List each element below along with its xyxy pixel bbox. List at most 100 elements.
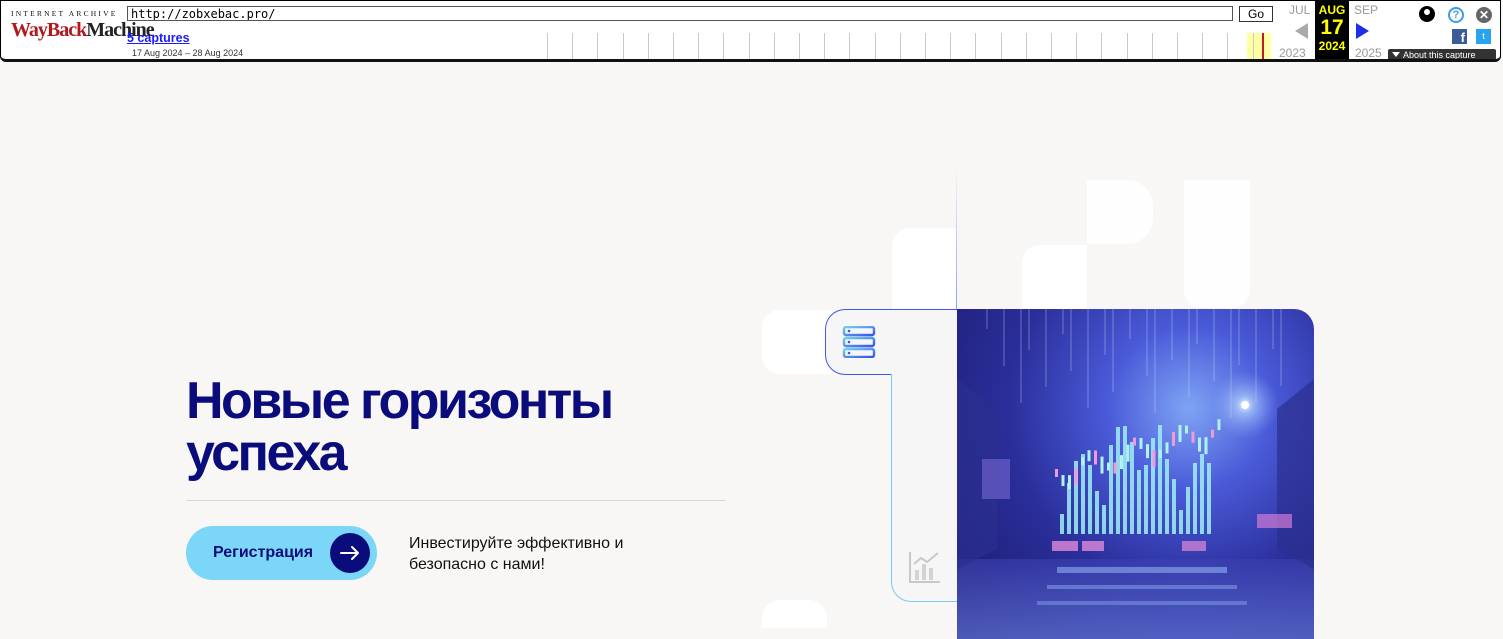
hero-divider xyxy=(186,500,726,501)
sparkline-month-divider xyxy=(773,33,775,59)
candlestick xyxy=(1100,456,1104,474)
volume-bar xyxy=(1165,459,1169,534)
sparkline-month-divider xyxy=(975,33,977,59)
candlestick xyxy=(1159,449,1162,458)
wayback-logo[interactable]: INTERNET ARCHIVE WayBackMachine xyxy=(11,9,155,49)
candlestick xyxy=(1204,437,1208,455)
hero-title-line-2: успеха xyxy=(186,424,348,482)
candlestick xyxy=(1120,455,1123,470)
capture-sparkline[interactable] xyxy=(547,33,1275,59)
sparkline-capture-mark[interactable] xyxy=(1262,33,1264,59)
candlestick xyxy=(1055,469,1058,477)
close-icon[interactable]: ✕ xyxy=(1476,7,1492,23)
decor-shape xyxy=(1022,245,1087,310)
go-button[interactable]: Go xyxy=(1239,6,1273,22)
sparkline-month-divider xyxy=(849,33,851,59)
chart-icon xyxy=(908,550,942,589)
sparkline-month-divider xyxy=(1227,33,1229,59)
sparkline-month-divider xyxy=(647,33,649,59)
sparkline-month-divider xyxy=(1202,33,1204,59)
arrow-right-icon xyxy=(330,533,370,573)
sparkline-month-divider xyxy=(899,33,901,59)
logo-word-wayback: WayBack xyxy=(11,19,87,41)
decor-shape xyxy=(892,228,957,310)
sparkline-month-divider xyxy=(1025,33,1027,59)
candlestick xyxy=(1185,425,1188,434)
volume-bar xyxy=(1144,465,1148,534)
sparkline-month-divider xyxy=(597,33,599,59)
candlestick xyxy=(1074,467,1078,485)
sparkline-month-divider xyxy=(950,33,952,59)
twitter-share-icon[interactable]: t xyxy=(1476,29,1491,44)
sparkline-month-divider xyxy=(622,33,624,59)
feature-card-servers xyxy=(825,309,957,375)
captures-link[interactable]: 5 captures xyxy=(127,31,190,45)
candlestick xyxy=(1191,431,1195,443)
candlestick xyxy=(1172,431,1175,446)
registration-button-label: Регистрация xyxy=(213,544,314,561)
candlestick xyxy=(1178,424,1182,442)
volume-bar xyxy=(1116,427,1120,534)
logo-internet-archive-text: INTERNET ARCHIVE xyxy=(11,9,118,18)
prev-year-label[interactable]: 2023 xyxy=(1279,46,1306,59)
sparkline-month-divider xyxy=(1177,33,1178,59)
volume-bar xyxy=(1081,454,1085,534)
volume-bar xyxy=(1109,445,1113,534)
facebook-share-icon[interactable]: f xyxy=(1452,29,1467,45)
help-icon[interactable]: ? xyxy=(1448,7,1464,23)
volume-bar xyxy=(1130,442,1134,534)
candlestick xyxy=(1094,450,1097,465)
wayback-url-input[interactable] xyxy=(127,6,1233,21)
current-day: 17 xyxy=(1320,16,1344,39)
hero-tagline: Инвестируйте эффективно и безопасно с на… xyxy=(409,535,624,573)
sparkline-month-divider xyxy=(547,33,548,59)
sparkline-month-divider xyxy=(723,33,725,59)
chevron-down-icon xyxy=(1392,52,1400,57)
trading-chart-graphic xyxy=(957,309,1314,639)
volume-bar xyxy=(1137,470,1141,534)
sparkline-month-divider xyxy=(673,33,674,59)
candlestick xyxy=(1146,444,1149,459)
volume-bar xyxy=(1123,426,1127,534)
sparkline-month-divider xyxy=(1126,33,1128,59)
volume-bar xyxy=(1067,483,1071,534)
about-this-capture-button[interactable]: About this capture xyxy=(1388,49,1496,60)
user-account-icon[interactable] xyxy=(1419,6,1435,22)
volume-bar xyxy=(1095,491,1099,534)
sparkline-month-divider xyxy=(925,33,926,59)
current-month: AUG xyxy=(1318,3,1346,17)
volume-bar xyxy=(1172,479,1176,534)
current-year: 2024 xyxy=(1318,39,1346,53)
logo-wayback-machine-text: WayBackMachine xyxy=(11,19,155,41)
candlestick xyxy=(1107,462,1110,471)
candlestick xyxy=(1198,437,1201,452)
volume-bar xyxy=(1179,510,1183,534)
volume-bar xyxy=(1088,465,1092,534)
volume-bar xyxy=(1186,487,1190,534)
sparkline-month-divider xyxy=(572,33,574,59)
decor-line xyxy=(956,165,957,310)
capture-date-range: 17 Aug 2024 – 28 Aug 2024 xyxy=(132,48,244,58)
candlestick xyxy=(1068,475,1071,490)
prev-capture-arrow-icon[interactable] xyxy=(1295,23,1308,39)
wayback-toolbar: INTERNET ARCHIVE WayBackMachine Go 5 cap… xyxy=(0,0,1501,62)
registration-button[interactable]: Регистрация xyxy=(186,526,377,580)
decor-shape xyxy=(762,600,827,628)
candlestick xyxy=(1139,437,1143,449)
next-year-label[interactable]: 2025 xyxy=(1355,46,1382,59)
candlestick xyxy=(1081,457,1084,466)
volume-bar xyxy=(1102,505,1106,534)
sparkline-month-divider xyxy=(1051,33,1052,59)
sparkline-month-divider xyxy=(874,33,876,59)
next-capture-arrow-icon[interactable] xyxy=(1356,23,1369,39)
next-month-label[interactable]: SEP xyxy=(1354,3,1378,17)
candlestick xyxy=(1152,450,1156,468)
about-this-capture-label: About this capture xyxy=(1403,50,1476,60)
hero-title-line-1: Новые горизонты xyxy=(186,372,614,430)
prev-month-label[interactable]: JUL xyxy=(1289,3,1310,17)
hero-title: Новые горизонты успеха xyxy=(186,375,746,479)
volume-bar xyxy=(1060,514,1064,534)
decor-shape xyxy=(1087,180,1153,244)
sparkline-month-divider xyxy=(1101,33,1103,59)
sparkline-month-divider xyxy=(748,33,750,59)
